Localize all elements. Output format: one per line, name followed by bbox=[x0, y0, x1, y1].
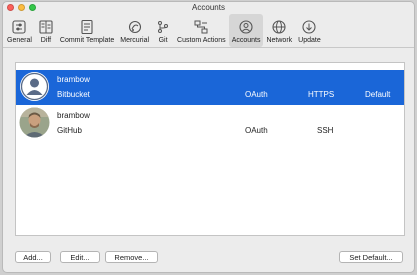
window-controls bbox=[7, 4, 36, 11]
toolbar-label: Accounts bbox=[231, 37, 261, 44]
account-row[interactable]: brambow GitHub OAuth SSH bbox=[16, 106, 404, 141]
close-button[interactable] bbox=[7, 4, 14, 11]
toolbar-label: Commit Template bbox=[59, 37, 115, 44]
set-default-button[interactable]: Set Default... bbox=[339, 251, 403, 263]
toolbar-item-custom-actions[interactable]: Custom Actions bbox=[174, 14, 229, 47]
toolbar-item-mercurial[interactable]: Mercurial bbox=[117, 14, 152, 47]
remove-account-button[interactable]: Remove... bbox=[105, 251, 158, 263]
add-account-button[interactable]: Add... bbox=[15, 251, 51, 263]
toolbar-item-network[interactable]: Network bbox=[263, 14, 295, 47]
minimize-button[interactable] bbox=[18, 4, 25, 11]
toolbar-item-diff[interactable]: Diff bbox=[35, 14, 57, 47]
general-switch-icon bbox=[12, 20, 27, 34]
accounts-icon bbox=[239, 20, 253, 34]
network-globe-icon bbox=[272, 20, 286, 34]
account-host: GitHub bbox=[57, 126, 82, 135]
account-username: brambow bbox=[57, 75, 90, 84]
window-title: Accounts bbox=[192, 3, 225, 12]
user-photo-avatar bbox=[19, 107, 50, 138]
toolbar-label: General bbox=[7, 37, 32, 44]
toolbar-label: Custom Actions bbox=[177, 37, 226, 44]
toolbar-label: Git bbox=[158, 37, 168, 44]
diff-icon bbox=[39, 20, 53, 34]
accounts-list[interactable]: brambow Bitbucket OAuth HTTPS Default br… bbox=[15, 62, 405, 236]
mercurial-icon bbox=[128, 20, 141, 34]
commit-template-icon bbox=[81, 19, 93, 35]
account-protocol: SSH bbox=[317, 126, 334, 135]
account-host: Bitbucket bbox=[57, 90, 90, 99]
edit-account-button[interactable]: Edit... bbox=[60, 251, 100, 263]
preferences-window: Accounts General Diff Commit Template Me… bbox=[2, 1, 415, 273]
account-username: brambow bbox=[57, 111, 90, 120]
preferences-toolbar: General Diff Commit Template Mercurial G… bbox=[3, 14, 414, 48]
account-default-flag: Default bbox=[365, 90, 391, 99]
account-row[interactable]: brambow Bitbucket OAuth HTTPS Default bbox=[16, 70, 404, 105]
toolbar-item-accounts[interactable]: Accounts bbox=[228, 14, 264, 47]
default-avatar-icon bbox=[19, 71, 50, 102]
title-bar: Accounts bbox=[3, 2, 414, 14]
custom-actions-icon bbox=[194, 20, 208, 34]
toolbar-item-update[interactable]: Update bbox=[295, 14, 324, 47]
account-auth-type: OAuth bbox=[245, 126, 268, 135]
toolbar-label: Mercurial bbox=[120, 37, 150, 44]
account-protocol: HTTPS bbox=[308, 90, 335, 99]
toolbar-item-general[interactable]: General bbox=[4, 14, 35, 47]
toolbar-label: Update bbox=[298, 37, 321, 44]
zoom-button[interactable] bbox=[29, 4, 36, 11]
toolbar-item-commit-template[interactable]: Commit Template bbox=[57, 14, 117, 47]
toolbar-item-git[interactable]: Git bbox=[152, 14, 174, 47]
toolbar-label: Diff bbox=[40, 37, 52, 44]
account-auth-type: OAuth bbox=[245, 90, 268, 99]
git-icon bbox=[158, 21, 169, 33]
toolbar-label: Network bbox=[266, 37, 293, 44]
update-icon bbox=[302, 20, 317, 34]
